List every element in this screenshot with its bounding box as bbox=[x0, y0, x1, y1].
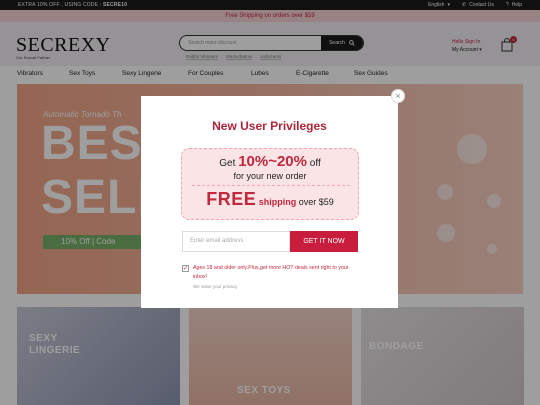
offer-prefix: Get bbox=[219, 158, 239, 169]
new-user-popup: × New User Privileges Get 10%~20% off fo… bbox=[141, 89, 405, 308]
over-text: over $59 bbox=[296, 197, 334, 207]
offer-line: Get 10%~20% off bbox=[182, 153, 358, 170]
consent-text: Ages 18 and older only.Plus,get more HOT… bbox=[193, 264, 363, 292]
email-field[interactable]: Enter email address bbox=[182, 231, 290, 252]
consent-message: Ages 18 and older only.Plus,get more HOT… bbox=[193, 265, 349, 280]
offer-suffix: off bbox=[307, 158, 321, 169]
popup-title: New User Privileges bbox=[212, 119, 327, 133]
privacy-note: We value your privacy. bbox=[193, 284, 239, 289]
ticket-divider bbox=[192, 185, 350, 186]
free-shipping-line: FREE shipping over $59 bbox=[182, 189, 358, 210]
shipping-text: shipping bbox=[258, 197, 297, 207]
offer-line-2: for your new order bbox=[233, 171, 307, 181]
offer-percent: 10%~20% bbox=[238, 153, 307, 170]
free-text: FREE bbox=[206, 189, 257, 209]
coupon-ticket: Get 10%~20% off for your new order FREE … bbox=[181, 148, 359, 220]
consent-checkbox[interactable]: ✓ bbox=[182, 265, 189, 272]
close-button[interactable]: × bbox=[391, 89, 405, 103]
get-it-now-button[interactable]: GET IT NOW bbox=[290, 231, 358, 252]
